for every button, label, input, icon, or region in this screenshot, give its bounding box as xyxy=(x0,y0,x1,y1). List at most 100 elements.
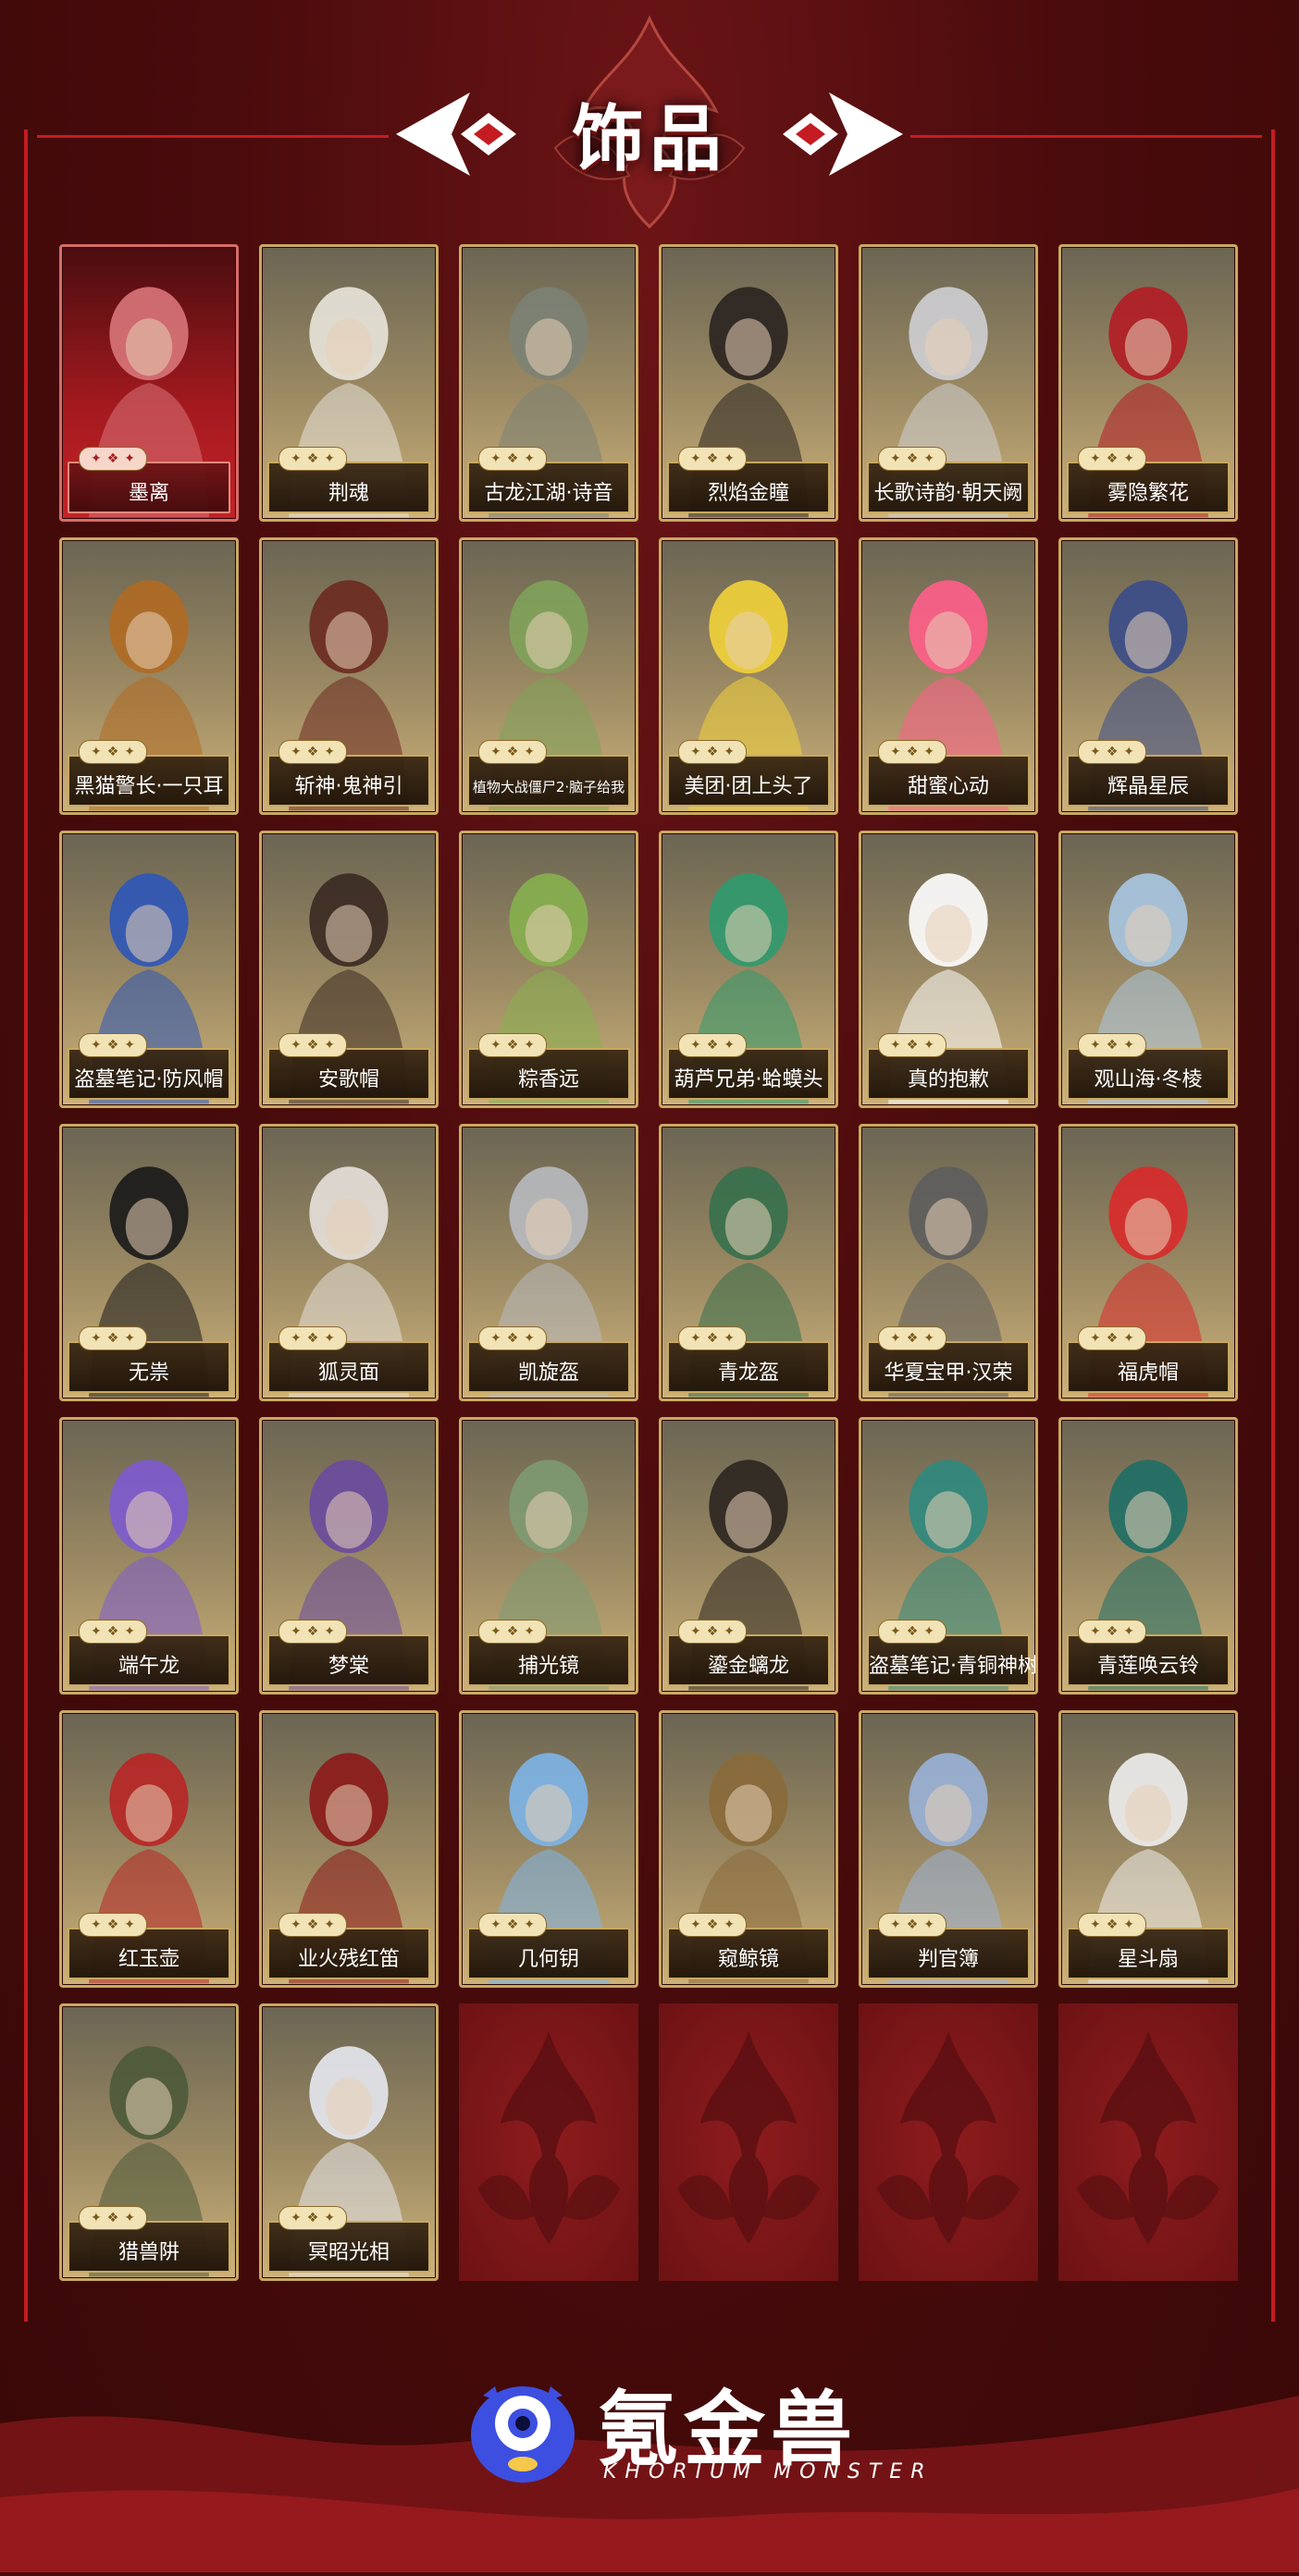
rarity-icon: ✦ xyxy=(1089,1038,1101,1053)
item-label-bar: ✦ ❖ ✦ 真的抱歉 xyxy=(867,1033,1030,1100)
item-card[interactable]: ✦ ❖ ✦ 斩神·鬼神引 xyxy=(259,537,439,815)
item-card[interactable]: ✦ ❖ ✦ 鎏金螭龙 xyxy=(659,1417,838,1695)
header: 饰品 xyxy=(0,0,1299,231)
item-name: 甜蜜心动 xyxy=(907,775,989,798)
rarity-icon: ❖ xyxy=(1106,451,1119,466)
item-card[interactable]: ✦ ❖ ✦ 墨离 xyxy=(59,244,239,522)
rarity-badge: ✦ ❖ ✦ xyxy=(79,1326,147,1350)
item-label-bar: ✦ ❖ ✦ 冥昭光相 xyxy=(267,2206,430,2273)
item-name: 真的抱歉 xyxy=(907,1068,989,1091)
item-card[interactable]: ✦ ❖ ✦ 青莲唤云铃 xyxy=(1058,1417,1238,1695)
item-card[interactable]: ✦ ❖ ✦ 黑猫警长·一只耳 xyxy=(59,537,239,815)
rarity-icon: ✦ xyxy=(724,1038,736,1053)
item-card[interactable]: ✦ ❖ ✦ 判官簿 xyxy=(859,1710,1038,1988)
item-card[interactable]: ✦ ❖ ✦ 几何钥 xyxy=(459,1710,638,1988)
item-card[interactable]: ✦ ❖ ✦ 盗墓笔记·防风帽 xyxy=(59,831,239,1108)
item-card[interactable]: ✦ ❖ ✦ 烈焰金瞳 xyxy=(659,244,838,522)
item-name: 青龙盔 xyxy=(717,1362,779,1385)
rarity-badge: ✦ ❖ ✦ xyxy=(278,740,347,764)
empty-slot xyxy=(459,2003,638,2281)
rarity-badge: ✦ ❖ ✦ xyxy=(1078,740,1146,764)
item-card[interactable]: ✦ ❖ ✦ 福虎帽 xyxy=(1058,1124,1238,1401)
rarity-badge: ✦ ❖ ✦ xyxy=(878,1326,946,1350)
item-card[interactable]: ✦ ❖ ✦ 无祟 xyxy=(59,1124,239,1401)
rarity-icon: ✦ xyxy=(290,1917,302,1932)
item-card[interactable]: ✦ ❖ ✦ 凯旋盔 xyxy=(459,1124,638,1401)
item-card[interactable]: ✦ ❖ ✦ 红玉壶 xyxy=(59,1710,239,1988)
item-card[interactable]: ✦ ❖ ✦ 雾隐繁花 xyxy=(1058,244,1238,522)
rarity-icon: ✦ xyxy=(524,1331,536,1346)
rarity-icon: ✦ xyxy=(124,1624,136,1639)
rarity-icon: ✦ xyxy=(124,2211,136,2225)
item-name: 辉晶星辰 xyxy=(1107,775,1189,798)
item-card[interactable]: ✦ ❖ ✦ 业火残红笛 xyxy=(259,1710,439,1988)
item-label-bar: ✦ ❖ ✦ 星斗扇 xyxy=(1067,1913,1230,1979)
rarity-badge: ✦ ❖ ✦ xyxy=(1078,1913,1146,1937)
rarity-badge: ✦ ❖ ✦ xyxy=(1078,1620,1146,1644)
item-card[interactable]: ✦ ❖ ✦ 端午龙 xyxy=(59,1417,239,1695)
item-card[interactable]: ✦ ❖ ✦ 窥鲸镜 xyxy=(659,1710,838,1988)
rarity-icon: ✦ xyxy=(90,1038,102,1053)
ornament-icon xyxy=(477,2031,620,2244)
item-label-bar: ✦ ❖ ✦ 几何钥 xyxy=(467,1913,630,1979)
rarity-icon: ✦ xyxy=(1123,451,1135,466)
monster-mascot-icon xyxy=(471,2386,575,2483)
item-name: 无祟 xyxy=(128,1362,169,1385)
item-label-bar: ✦ ❖ ✦ 斩神·鬼神引 xyxy=(267,740,430,807)
rarity-icon: ✦ xyxy=(524,1917,536,1932)
item-card[interactable]: ✦ ❖ ✦ 甜蜜心动 xyxy=(859,537,1038,815)
item-card[interactable]: ✦ ❖ ✦ 冥昭光相 xyxy=(259,2003,439,2281)
item-label-bar: ✦ ❖ ✦ 鎏金螭龙 xyxy=(667,1620,830,1686)
item-card[interactable]: ✦ ❖ ✦ 青龙盔 xyxy=(659,1124,838,1401)
rarity-icon: ✦ xyxy=(290,745,302,759)
rarity-icon: ✦ xyxy=(889,745,901,759)
rarity-icon: ❖ xyxy=(106,1624,119,1639)
rarity-icon: ✦ xyxy=(689,1917,701,1932)
item-name: 植物大战僵尸2·脑子给我 xyxy=(472,779,625,795)
rarity-icon: ❖ xyxy=(106,1917,119,1932)
rarity-icon: ✦ xyxy=(923,451,935,466)
item-name: 青莲唤云铃 xyxy=(1096,1655,1199,1678)
item-card[interactable]: ✦ ❖ ✦ 星斗扇 xyxy=(1058,1710,1238,1988)
rarity-icon: ❖ xyxy=(706,1038,719,1053)
item-card[interactable]: ✦ ❖ ✦ 盗墓笔记·青铜神树 xyxy=(859,1417,1038,1695)
item-label-bar: ✦ ❖ ✦ 福虎帽 xyxy=(1067,1326,1230,1393)
rarity-icon: ✦ xyxy=(489,1038,501,1053)
empty-slot xyxy=(1058,2003,1238,2281)
rarity-icon: ❖ xyxy=(906,745,919,759)
item-card[interactable]: ✦ ❖ ✦ 猎兽阱 xyxy=(59,2003,239,2281)
rarity-icon: ❖ xyxy=(706,1331,719,1346)
rarity-icon: ✦ xyxy=(1123,1331,1135,1346)
item-card[interactable]: ✦ ❖ ✦ 葫芦兄弟·蛤蟆头 xyxy=(659,831,838,1108)
item-label-bar: ✦ ❖ ✦ 猎兽阱 xyxy=(68,2206,230,2273)
item-card[interactable]: ✦ ❖ ✦ 安歌帽 xyxy=(259,831,439,1108)
rarity-icon: ❖ xyxy=(506,1624,519,1639)
item-card[interactable]: ✦ ❖ ✦ 辉晶星辰 xyxy=(1058,537,1238,815)
item-card[interactable]: ✦ ❖ ✦ 捕光镜 xyxy=(459,1417,638,1695)
item-card[interactable]: ✦ ❖ ✦ 真的抱歉 xyxy=(859,831,1038,1108)
rarity-badge: ✦ ❖ ✦ xyxy=(278,2206,347,2230)
item-card[interactable]: ✦ ❖ ✦ 古龙江湖·诗音 xyxy=(459,244,638,522)
item-label-bar: ✦ ❖ ✦ 粽香远 xyxy=(467,1033,630,1100)
item-name: 古龙江湖·诗音 xyxy=(484,482,613,505)
rarity-icon: ✦ xyxy=(290,1331,302,1346)
rarity-icon: ✦ xyxy=(124,1331,136,1346)
item-card[interactable]: ✦ ❖ ✦ 华夏宝甲·汉荣 xyxy=(859,1124,1038,1401)
item-card[interactable]: ✦ ❖ ✦ 美团·团上头了 xyxy=(659,537,838,815)
rarity-icon: ❖ xyxy=(1106,1624,1119,1639)
item-card[interactable]: ✦ ❖ ✦ 狐灵面 xyxy=(259,1124,439,1401)
rarity-icon: ✦ xyxy=(489,745,501,759)
item-card[interactable]: ✦ ❖ ✦ 梦棠 xyxy=(259,1417,439,1695)
rarity-badge: ✦ ❖ ✦ xyxy=(678,447,747,471)
item-card[interactable]: ✦ ❖ ✦ 长歌诗韵·朝天阙 xyxy=(859,244,1038,522)
item-card[interactable]: ✦ ❖ ✦ 粽香远 xyxy=(459,831,638,1108)
rarity-icon: ❖ xyxy=(906,1624,919,1639)
item-card[interactable]: ✦ ❖ ✦ 观山海·冬棱 xyxy=(1058,831,1238,1108)
item-name: 盗墓笔记·青铜神树 xyxy=(869,1655,1038,1678)
rarity-icon: ✦ xyxy=(90,1331,102,1346)
rarity-icon: ✦ xyxy=(90,745,102,759)
item-card[interactable]: ✦ ❖ ✦ 荆魂 xyxy=(259,244,439,522)
empty-slot xyxy=(659,2003,838,2281)
item-name: 狐灵面 xyxy=(317,1362,379,1385)
item-card[interactable]: ✦ ❖ ✦ 植物大战僵尸2·脑子给我 xyxy=(459,537,638,815)
